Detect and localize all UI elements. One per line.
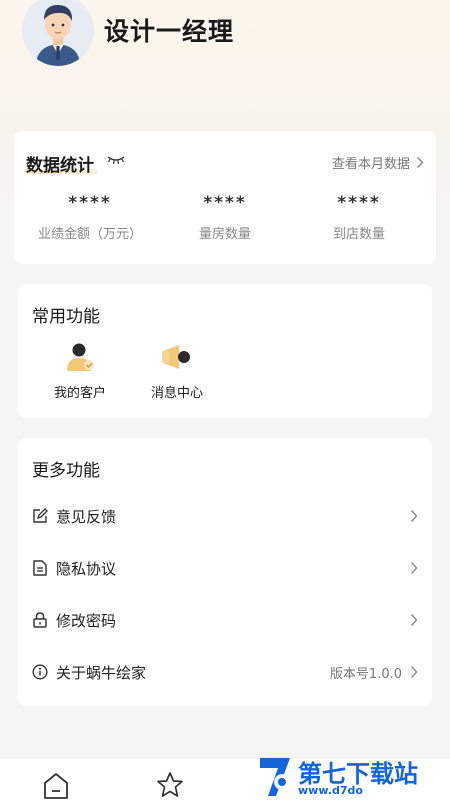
section-title: 常用功能 — [32, 307, 100, 327]
privacy-agreement-row[interactable]: 隐私协议 — [18, 542, 432, 594]
stat-value: **** — [68, 193, 112, 213]
view-month-data-link[interactable]: 查看本月数据 — [332, 153, 424, 172]
eye-closed-icon[interactable] — [106, 153, 126, 167]
megaphone-icon — [162, 345, 190, 369]
stat-performance: **** 业绩金额（万元） — [20, 193, 160, 242]
stat-label: 到店数量 — [332, 227, 385, 242]
stat-value: **** — [337, 193, 381, 213]
avatar[interactable] — [22, 0, 94, 66]
document-icon — [33, 560, 47, 576]
feedback-row[interactable]: 意见反馈 — [18, 490, 432, 542]
stat-label: 量房数量 — [198, 227, 251, 242]
stat-label: 业绩金额（万元） — [37, 227, 142, 242]
version-label: 版本号1.0.0 — [329, 666, 402, 682]
chevron-right-icon — [410, 562, 418, 574]
watermark: 第七下载站 www.d7do — [254, 748, 450, 800]
chevron-right-icon — [410, 510, 418, 522]
func-label: 我的客户 — [53, 386, 106, 401]
star-icon[interactable] — [155, 770, 185, 800]
chevron-right-icon — [410, 666, 418, 678]
about-row[interactable]: 关于蜗牛绘家 版本号1.0.0 — [18, 646, 432, 698]
stat-measure-count: **** 量房数量 — [155, 193, 295, 242]
stats-title: 数据统计 — [26, 156, 94, 176]
more-functions-card: 更多功能 意见反馈 隐私协议 修改密码 关于蜗牛绘家 版本号1.0.0 — [18, 438, 432, 706]
user-avatar-icon — [22, 0, 94, 66]
watermark-url: www.d7do — [298, 784, 363, 797]
message-center-button[interactable]: 消息中心 — [143, 342, 211, 401]
row-label: 关于蜗牛绘家 — [56, 663, 147, 682]
edit-icon — [33, 508, 48, 523]
change-password-row[interactable]: 修改密码 — [18, 594, 432, 646]
func-label: 消息中心 — [150, 386, 203, 401]
home-icon[interactable] — [41, 770, 71, 800]
customer-icon — [67, 343, 94, 371]
lock-icon — [33, 612, 47, 628]
profile-header: 设计一经理 — [0, 0, 450, 70]
row-label: 修改密码 — [56, 611, 117, 630]
stat-value: **** — [203, 193, 247, 213]
month-link-label: 查看本月数据 — [331, 157, 410, 172]
common-functions-card: 常用功能 我的客户 消息中心 — [18, 284, 432, 418]
row-label: 隐私协议 — [56, 559, 117, 578]
chevron-right-icon — [410, 614, 418, 626]
watermark-logo-icon — [260, 758, 290, 796]
stats-card: 数据统计 查看本月数据 **** 业绩金额（万元） **** 量房数量 ****… — [14, 131, 436, 264]
row-label: 意见反馈 — [56, 507, 117, 526]
info-icon — [32, 664, 48, 680]
user-name: 设计一经理 — [104, 17, 235, 46]
section-title: 更多功能 — [32, 461, 100, 481]
chevron-right-icon — [417, 157, 424, 168]
stat-visit-count: **** 到店数量 — [289, 193, 429, 242]
my-customers-button[interactable]: 我的客户 — [46, 342, 114, 401]
